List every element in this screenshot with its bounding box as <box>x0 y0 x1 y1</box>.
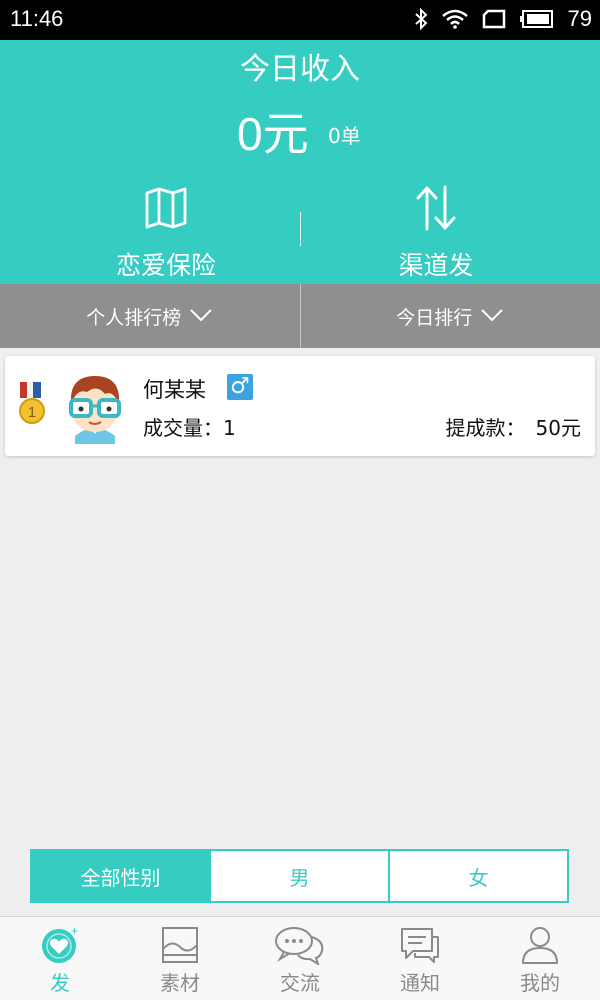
svg-text:+: + <box>71 925 78 938</box>
chevron-down-icon <box>480 305 504 327</box>
commission-value: 50元 <box>535 416 581 440</box>
message-icon <box>399 923 441 967</box>
map-icon <box>16 180 316 236</box>
sim-card-icon <box>482 9 506 29</box>
status-icons: 79 <box>414 6 592 32</box>
gender-option-all[interactable]: 全部性别 <box>32 851 209 901</box>
tab-chat-label: 交流 <box>280 971 320 995</box>
tab-materials-label: 素材 <box>160 971 200 995</box>
tab-profile-label: 我的 <box>520 971 560 995</box>
swap-arrows-icon <box>286 180 586 236</box>
status-bar: 11:46 79 <box>0 0 600 40</box>
wifi-icon <box>441 9 468 29</box>
order-count: 0单 <box>328 124 361 148</box>
deal-volume-value: 1 <box>223 416 236 440</box>
income-header: 今日收入 0元 0单 恋爱保险 渠道发 <box>0 40 600 284</box>
ranking-scope-dropdown[interactable]: 个人排行榜 <box>0 284 300 348</box>
deal-volume-label: 成交量： <box>143 416 223 440</box>
income-title: 今日收入 <box>240 52 360 87</box>
gender-filter: 全部性别 男 女 <box>30 849 569 903</box>
love-insurance-label: 恋爱保险 <box>115 251 216 280</box>
user-icon <box>520 923 560 967</box>
battery-level: 79 <box>567 6 592 31</box>
medal-icon: 1 <box>17 382 47 430</box>
love-insurance-button[interactable]: 恋爱保险 <box>16 180 316 282</box>
image-icon <box>160 923 200 967</box>
ranking-period-dropdown[interactable]: 今日排行 <box>299 284 600 348</box>
deal-volume: 成交量：1 <box>143 412 236 441</box>
tab-send[interactable]: + 发 <box>0 917 120 1000</box>
tab-materials[interactable]: 素材 <box>120 917 240 1000</box>
avatar <box>57 368 133 448</box>
gender-option-female[interactable]: 女 <box>388 851 567 901</box>
battery-icon <box>519 9 554 29</box>
rank-number: 1 <box>28 404 36 421</box>
tab-chat[interactable]: 交流 <box>240 917 360 1000</box>
income-amount: 0元 <box>237 108 309 160</box>
user-name: 何某某 <box>143 378 206 402</box>
chat-bubbles-icon <box>274 923 326 967</box>
rank-list-item[interactable]: 1 何某某 ♂ 成交量：1 提成款： 50元 <box>5 356 595 456</box>
ranking-period-label: 今日排行 <box>396 306 473 329</box>
heart-icon: + <box>40 923 80 967</box>
ranking-scope-label: 个人排行榜 <box>86 306 182 329</box>
channel-send-label: 渠道发 <box>398 251 474 280</box>
bluetooth-icon <box>414 7 428 31</box>
tab-send-label: 发 <box>50 971 70 995</box>
channel-send-button[interactable]: 渠道发 <box>286 180 586 282</box>
tab-notifications-label: 通知 <box>400 971 440 995</box>
tab-profile[interactable]: 我的 <box>480 917 600 1000</box>
commission-label: 提成款： <box>445 416 526 440</box>
tab-notifications[interactable]: 通知 <box>360 917 480 1000</box>
chevron-down-icon <box>189 305 213 327</box>
ranking-filter-bar: 个人排行榜 今日排行 <box>0 284 600 348</box>
status-time: 11:46 <box>10 6 64 31</box>
commission: 提成款： 50元 <box>446 412 581 441</box>
gender-option-male[interactable]: 男 <box>209 851 388 901</box>
male-gender-icon: ♂ <box>227 374 253 400</box>
bottom-tab-bar: + 发 素材 交流 通知 我的 <box>0 916 600 1000</box>
